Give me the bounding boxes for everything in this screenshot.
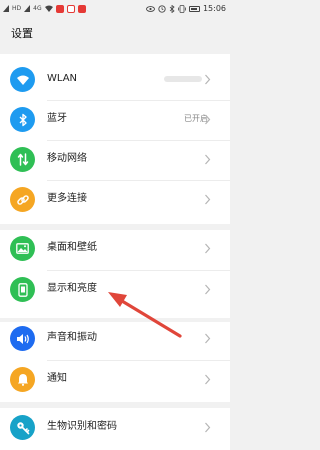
settings-item-label: 移动网络: [47, 153, 87, 164]
settings-item-notifications[interactable]: 通知: [0, 363, 230, 396]
chevron-right-icon: [205, 243, 211, 254]
signal-icon-2: [24, 5, 31, 12]
mobile-network-icon: [10, 147, 35, 172]
settings-item-label: 显示和亮度: [47, 283, 97, 294]
settings-item-label: 声音和振动: [47, 332, 97, 343]
bluetooth-icon: [10, 107, 35, 132]
settings-item-sound-vibration[interactable]: 声音和振动: [0, 322, 230, 355]
chevron-right-icon: [205, 194, 211, 205]
eye-comfort-icon: [145, 5, 155, 12]
chevron-right-icon: [205, 114, 211, 125]
divider: [47, 180, 230, 181]
chevron-right-icon: [205, 154, 211, 165]
alarm-icon: [158, 4, 166, 13]
chevron-right-icon: [205, 74, 211, 85]
app-notification-icon: [55, 4, 64, 13]
battery-icon: [188, 5, 200, 12]
app-notification-icon-2: [66, 4, 75, 13]
settings-item-label: 蓝牙: [47, 113, 67, 124]
settings-item-label: 更多连接: [47, 193, 87, 204]
divider: [47, 100, 230, 101]
settings-section-display: 桌面和壁纸 显示和亮度: [0, 230, 230, 318]
divider: [47, 270, 230, 271]
status-right: 15:06: [145, 3, 226, 14]
vibrate-icon: [178, 4, 186, 13]
settings-item-label: 生物识别和密码: [47, 421, 117, 432]
divider: [47, 140, 230, 141]
divider: [47, 360, 230, 361]
sound-icon: [10, 326, 35, 351]
settings-item-label: 桌面和壁纸: [47, 242, 97, 253]
settings-section-security: 生物识别和密码: [0, 408, 230, 450]
wifi-icon: [10, 67, 35, 92]
app-notification-icon-3: [77, 4, 86, 13]
chevron-right-icon: [205, 374, 211, 385]
settings-item-label: WLAN: [47, 73, 78, 84]
settings-item-more-connections[interactable]: 更多连接: [0, 183, 230, 216]
status-left: HD 4G: [3, 3, 86, 14]
status-time: 15:06: [202, 4, 226, 13]
settings-item-display-brightness[interactable]: 显示和亮度: [0, 273, 230, 306]
chevron-right-icon: [205, 284, 211, 295]
network-label-4g: 4G: [33, 4, 42, 12]
settings-section-sound: 声音和振动 通知: [0, 322, 230, 402]
network-label-hd: HD: [12, 4, 22, 12]
status-bar: HD 4G 15:06: [0, 0, 230, 16]
settings-item-biometrics-password[interactable]: 生物识别和密码: [0, 411, 230, 444]
settings-item-wlan[interactable]: WLAN: [0, 63, 230, 96]
settings-item-mobile-network[interactable]: 移动网络: [0, 143, 230, 176]
wifi-network-name-blurred: [164, 76, 202, 82]
bluetooth-status-icon: [169, 4, 175, 13]
settings-item-bluetooth[interactable]: 蓝牙 已开启: [0, 103, 230, 136]
settings-section-connectivity: WLAN 蓝牙 已开启 移动网络 更多连接: [0, 54, 230, 224]
wifi-status-icon: [44, 5, 53, 12]
settings-item-desktop-wallpaper[interactable]: 桌面和壁纸: [0, 232, 230, 265]
link-icon: [10, 187, 35, 212]
notification-icon: [10, 367, 35, 392]
display-icon: [10, 277, 35, 302]
wallpaper-icon: [10, 236, 35, 261]
settings-item-label: 通知: [47, 373, 67, 384]
key-icon: [10, 415, 35, 440]
chevron-right-icon: [205, 422, 211, 433]
page-title: 设置: [11, 27, 33, 40]
chevron-right-icon: [205, 333, 211, 344]
signal-icon: [3, 5, 9, 12]
